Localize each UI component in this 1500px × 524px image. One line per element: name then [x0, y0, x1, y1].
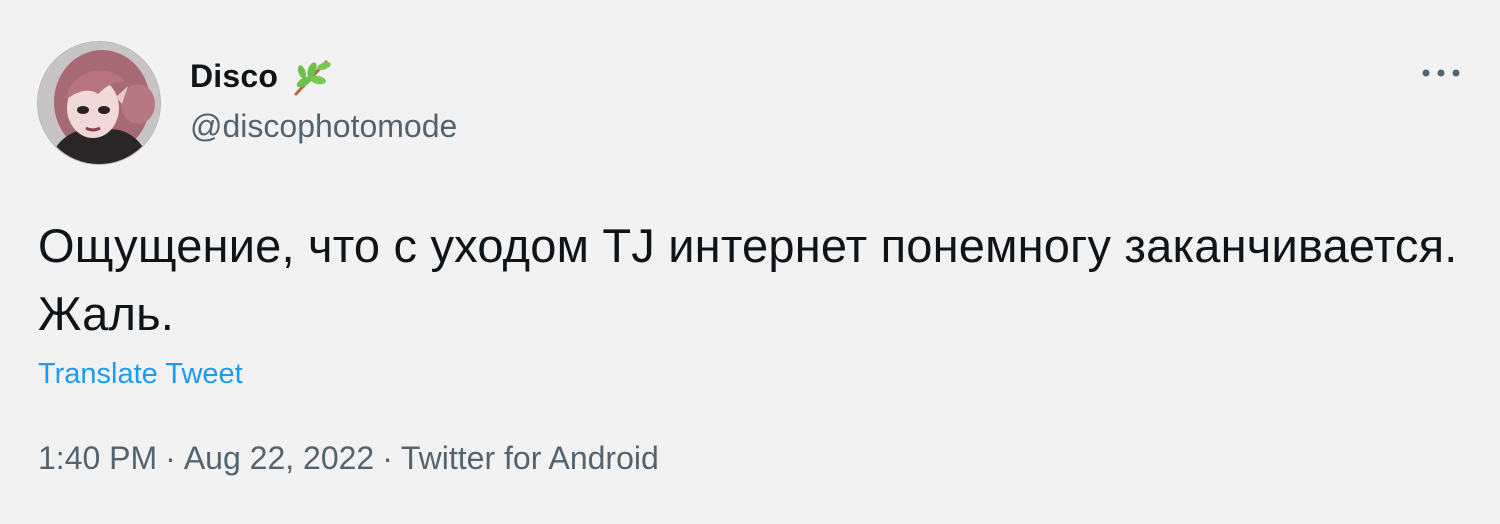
avatar[interactable]	[38, 42, 160, 164]
username[interactable]: @discophotomode	[190, 108, 457, 145]
tweet-metadata: 1:40 PM · Aug 22, 2022 · Twitter for Android	[38, 440, 659, 477]
tweet-source[interactable]: Twitter for Android	[401, 440, 659, 476]
translate-tweet-link[interactable]: Translate Tweet	[38, 358, 243, 391]
meta-separator: ·	[382, 440, 393, 476]
more-options-button[interactable]	[1418, 58, 1464, 88]
herb-icon	[290, 54, 334, 98]
tweet-card: Disco @discophotomode Ощущение, что с ух…	[0, 0, 1500, 524]
display-name[interactable]: Disco	[190, 58, 278, 95]
more-horizontal-icon	[1422, 69, 1460, 77]
tweet-date[interactable]: Aug 22, 2022	[184, 440, 374, 476]
author-block: Disco @discophotomode	[190, 54, 457, 145]
tweet-time[interactable]: 1:40 PM	[38, 440, 157, 476]
meta-separator: ·	[165, 440, 176, 476]
tweet-text: Ощущение, что с уходом TJ интернет понем…	[38, 219, 1458, 340]
avatar-illustration	[38, 42, 160, 164]
